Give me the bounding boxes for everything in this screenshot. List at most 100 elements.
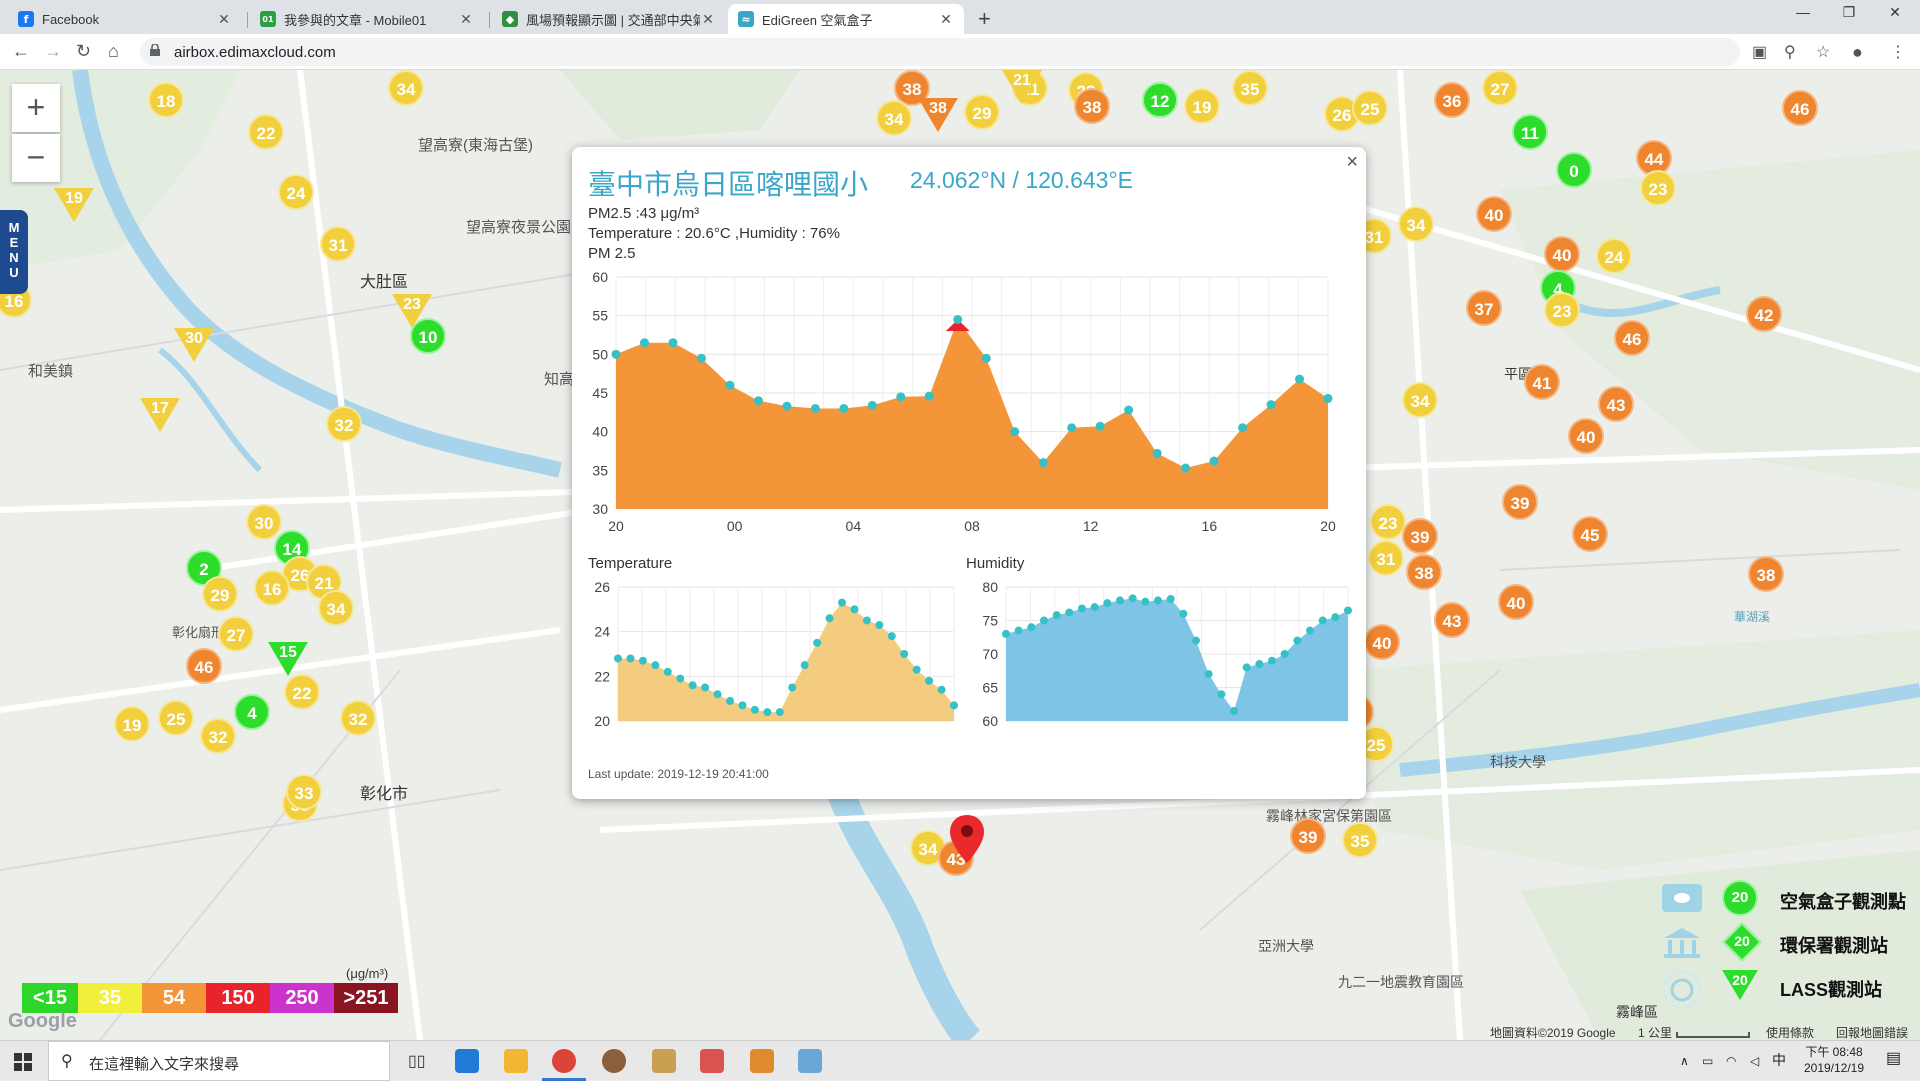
lass-station-marker[interactable]: 38 [918,98,958,132]
clock[interactable]: 下午 08:48 2019/12/19 [1796,1044,1872,1076]
tab-facebook[interactable]: f Facebook ✕ [8,4,242,34]
station-marker[interactable]: 46 [1782,90,1818,126]
station-marker[interactable]: 41 [1524,364,1560,400]
terms-link[interactable]: 使用條款 [1766,1024,1814,1041]
station-marker[interactable]: 22 [248,114,284,150]
lass-station-marker[interactable]: 23 [392,294,432,328]
station-marker[interactable]: 12 [1142,82,1178,118]
station-marker[interactable]: 32 [200,718,236,754]
station-marker[interactable]: 40 [1476,196,1512,232]
minimize-icon[interactable]: — [1780,4,1826,20]
station-marker[interactable]: 39 [1290,818,1326,854]
tab-mobile01[interactable]: 01 我參與的文章 - Mobile01 ✕ [250,4,484,34]
station-marker[interactable]: 4 [234,694,270,730]
station-marker[interactable]: 46 [186,648,222,684]
app-icon[interactable] [700,1049,724,1073]
tab-cwb[interactable]: ◆ 風場預報顯示圖 | 交通部中央氣象局 ✕ [492,4,726,34]
lass-station-marker[interactable]: 19 [54,188,94,222]
chrome-icon[interactable] [552,1049,576,1073]
station-marker[interactable]: 38 [1406,554,1442,590]
station-marker[interactable]: 31 [320,226,356,262]
station-marker[interactable]: 39 [1402,518,1438,554]
browser-menu-icon[interactable]: ⋮ [1890,42,1906,62]
battery-icon[interactable]: ▭ [1702,1053,1713,1069]
station-marker[interactable]: 43 [1598,386,1634,422]
station-marker[interactable]: 33 [286,774,322,810]
app-icon[interactable] [798,1049,822,1073]
station-marker[interactable]: 31 [1368,540,1404,576]
station-marker[interactable]: 29 [964,94,1000,130]
window-close-icon[interactable]: ✕ [1872,4,1918,21]
station-marker[interactable]: 34 [876,100,912,136]
station-marker[interactable]: 40 [1364,624,1400,660]
station-marker[interactable]: 29 [202,576,238,612]
station-marker[interactable]: 19 [1184,88,1220,124]
task-view-icon[interactable]: ▯▯ [408,1051,426,1071]
station-marker[interactable]: 24 [278,174,314,210]
station-marker[interactable]: 34 [388,70,424,106]
lass-station-marker[interactable]: 30 [174,328,214,362]
station-marker[interactable]: 34 [1402,382,1438,418]
close-tab-icon[interactable]: ✕ [700,11,716,28]
station-marker[interactable]: 38 [1748,556,1784,592]
lass-station-marker[interactable]: 21 [1002,70,1042,104]
station-marker[interactable]: 35 [1232,70,1268,106]
new-tab-icon[interactable]: + [978,6,991,32]
station-marker[interactable]: 24 [1596,238,1632,274]
station-marker[interactable]: 11 [1512,114,1548,150]
profile-icon[interactable]: ● [1852,42,1863,63]
app-icon[interactable] [750,1049,774,1073]
forward-icon[interactable]: → [44,41,62,62]
zoom-icon[interactable]: ⚲ [1784,42,1796,62]
app-icon[interactable] [602,1049,626,1073]
station-marker[interactable]: 32 [326,406,362,442]
volume-icon[interactable]: ◁ [1750,1053,1759,1069]
app-icon[interactable] [652,1049,676,1073]
station-marker[interactable]: 23 [1544,292,1580,328]
restore-icon[interactable]: ❐ [1826,4,1872,21]
edge-icon[interactable] [455,1049,479,1073]
station-marker[interactable]: 36 [1434,82,1470,118]
bookmark-star-icon[interactable]: ☆ [1816,42,1830,62]
station-marker[interactable]: 25 [158,700,194,736]
station-marker[interactable]: 22 [284,674,320,710]
network-icon[interactable]: ◠ [1726,1053,1736,1069]
station-marker[interactable]: 39 [1502,484,1538,520]
taskbar-search-box[interactable]: ⚲ 在這裡輸入文字來搜尋 [48,1041,390,1081]
station-marker[interactable]: 34 [318,590,354,626]
lass-station-marker[interactable]: 15 [268,642,308,676]
station-marker[interactable]: 38 [1074,88,1110,124]
station-marker[interactable]: 40 [1498,584,1534,620]
station-marker[interactable]: 42 [1746,296,1782,332]
station-marker[interactable]: 40 [1544,236,1580,272]
menu-button[interactable]: M E N U [0,210,28,294]
zoom-in-button[interactable]: + [12,84,60,132]
station-marker[interactable]: 16 [254,570,290,606]
station-marker[interactable]: 18 [148,82,184,118]
windows-start-icon[interactable] [14,1053,32,1071]
lass-station-marker[interactable]: 17 [140,398,180,432]
close-tab-icon[interactable]: ✕ [938,11,954,28]
station-marker[interactable]: 27 [218,616,254,652]
reload-icon[interactable]: ↻ [76,41,91,62]
station-marker[interactable]: 35 [1342,822,1378,858]
station-marker[interactable]: 40 [1568,418,1604,454]
notification-icon[interactable]: ▤ [1886,1051,1901,1067]
station-marker[interactable]: 25 [1352,90,1388,126]
station-marker[interactable]: 46 [1614,320,1650,356]
zoom-out-button[interactable]: − [12,134,60,182]
translate-icon[interactable]: ▣ [1752,42,1767,62]
station-marker[interactable]: 34 [1398,206,1434,242]
station-marker[interactable]: 37 [1466,290,1502,326]
ime-indicator[interactable]: 中 [1772,1052,1786,1068]
close-tab-icon[interactable]: ✕ [216,11,232,28]
station-marker[interactable]: 19 [114,706,150,742]
home-icon[interactable]: ⌂ [108,41,119,62]
station-marker[interactable]: 23 [1640,170,1676,206]
tray-arrow-icon[interactable]: ∧ [1680,1053,1689,1069]
station-marker[interactable]: 0 [1556,152,1592,188]
close-tab-icon[interactable]: ✕ [458,11,474,28]
station-marker[interactable]: 27 [1482,70,1518,106]
popup-close-button[interactable]: × [1346,151,1358,174]
back-icon[interactable]: ← [12,41,30,62]
